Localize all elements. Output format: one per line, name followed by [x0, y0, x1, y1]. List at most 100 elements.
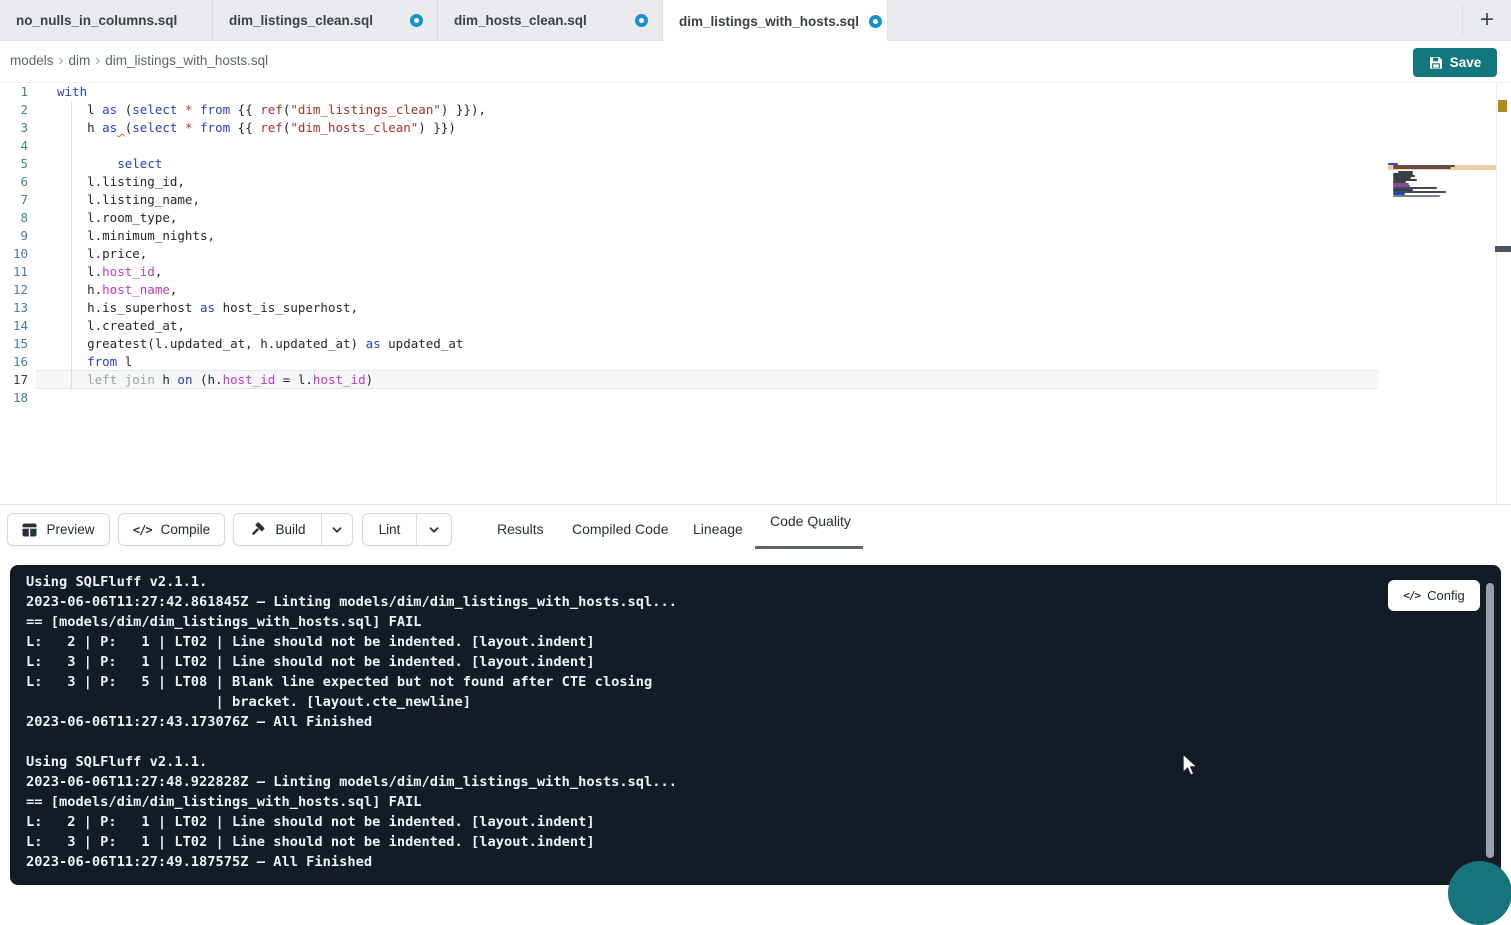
code-token: h	[155, 372, 178, 387]
code-line[interactable]: l.listing_name,	[57, 191, 200, 209]
terminal-line: L: 3 | P: 1 | LT02 | Line should not be …	[26, 832, 595, 852]
line-number: 17	[0, 371, 28, 389]
code-line[interactable]: l.host_id,	[57, 263, 162, 281]
code-token	[177, 102, 185, 117]
breadcrumb-chevron-icon: ›	[95, 54, 100, 67]
breadcrumb: models›dim›dim_listings_with_hosts.sql	[10, 53, 268, 68]
help-fab-button[interactable]	[1448, 861, 1511, 925]
code-token: select	[117, 156, 162, 171]
code-token: as	[102, 102, 117, 117]
new-tab-button[interactable]: +	[1472, 3, 1502, 37]
breadcrumb-segment[interactable]: dim_listings_with_hosts.sql	[105, 53, 268, 68]
lint-button-label: Lint	[379, 522, 401, 537]
tab-results[interactable]: Results	[497, 521, 544, 537]
code-line[interactable]: l.minimum_nights,	[57, 227, 215, 245]
code-token: as	[102, 120, 117, 135]
code-token: l.room_type,	[57, 210, 177, 225]
code-token: *	[185, 102, 193, 117]
modified-dot-icon	[410, 14, 423, 27]
code-line[interactable]: select	[57, 155, 162, 173]
code-token: host_id	[102, 264, 155, 279]
code-token: ) }}),	[441, 102, 486, 117]
line-number: 6	[0, 173, 28, 191]
code-token: from	[87, 354, 117, 369]
terminal-line: 2023-06-06T11:27:49.187575Z — All Finish…	[26, 852, 372, 872]
code-line[interactable]: left join h on (h.host_id = l.host_id)	[57, 371, 373, 389]
file-tab-label: no_nulls_in_columns.sql	[16, 13, 177, 28]
code-token: ref	[260, 102, 283, 117]
minimap[interactable]	[1388, 163, 1464, 203]
code-token: *	[185, 120, 193, 135]
compile-button[interactable]: </> Compile	[118, 513, 225, 546]
terminal-line: L: 2 | P: 1 | LT02 | Line should not be …	[26, 812, 595, 832]
preview-button[interactable]: Preview	[7, 513, 110, 546]
lint-dropdown-button[interactable]	[416, 514, 451, 545]
lint-button[interactable]: Lint	[363, 514, 416, 545]
active-tab-underline	[755, 546, 863, 549]
code-token: "dim_hosts_clean"	[290, 120, 418, 135]
code-token: left join	[87, 372, 155, 387]
line-number: 4	[0, 137, 28, 155]
terminal-line: Using SQLFluff v2.1.1.	[26, 752, 207, 772]
tab-code-quality[interactable]: Code Quality	[770, 513, 851, 529]
editor-scrollbar-handle[interactable]	[1495, 246, 1511, 252]
code-line[interactable]: l.room_type,	[57, 209, 177, 227]
code-token: host_is_superhost,	[215, 300, 358, 315]
build-button-label: Build	[275, 522, 305, 537]
code-token: l.listing_name,	[57, 192, 200, 207]
terminal-line: 2023-06-06T11:27:48.922828Z — Linting mo…	[26, 772, 677, 792]
tab-lineage[interactable]: Lineage	[693, 521, 743, 537]
minimap-line	[1393, 195, 1440, 197]
code-line[interactable]: greatest(l.updated_at, h.updated_at) as …	[57, 335, 463, 353]
code-token: greatest(l.updated_at, h.updated_at)	[57, 336, 366, 351]
code-token	[57, 354, 87, 369]
config-button[interactable]: </> Config	[1388, 580, 1480, 611]
terminal-line: 2023-06-06T11:27:42.861845Z — Linting mo…	[26, 592, 677, 612]
hammer-icon	[249, 521, 266, 538]
file-tab[interactable]: dim_hosts_clean.sql	[438, 0, 663, 41]
line-number: 2	[0, 101, 28, 119]
code-line[interactable]: l.created_at,	[57, 317, 185, 335]
line-number: 3	[0, 119, 28, 137]
tab-compiled-code[interactable]: Compiled Code	[572, 521, 669, 537]
code-line[interactable]: l.price,	[57, 245, 147, 263]
code-editor[interactable]: 123456789101112131415161718 with l as (s…	[0, 83, 1511, 505]
code-line[interactable]: with	[57, 83, 87, 101]
build-split-button: Build	[233, 513, 353, 546]
code-line[interactable]: h.is_superhost as host_is_superhost,	[57, 299, 358, 317]
file-tab[interactable]: no_nulls_in_columns.sql	[0, 0, 213, 41]
code-token: {{	[230, 120, 260, 135]
code-token: from	[200, 120, 230, 135]
code-token: l	[57, 102, 102, 117]
save-button[interactable]: Save	[1413, 48, 1497, 77]
code-token	[117, 120, 125, 135]
code-line[interactable]: l as (select * from {{ ref("dim_listings…	[57, 101, 486, 119]
open-file-tabs: no_nulls_in_columns.sql dim_listings_clea…	[0, 0, 1511, 41]
line-number: 10	[0, 245, 28, 263]
file-tab[interactable]: dim_listings_with_hosts.sql	[663, 0, 888, 42]
file-tab[interactable]: dim_listings_clean.sql	[213, 0, 438, 41]
editor-scrollbar-track	[1496, 83, 1497, 504]
code-line[interactable]: h.host_name,	[57, 281, 177, 299]
terminal-scrollbar[interactable]	[1486, 583, 1494, 858]
lint-split-button: Lint	[362, 513, 452, 546]
tab-bar: no_nulls_in_columns.sql dim_listings_clea…	[0, 0, 1511, 41]
action-toolbar: Preview </> Compile Build Lint Results C…	[0, 505, 1511, 565]
breadcrumb-segment[interactable]: models	[10, 53, 54, 68]
code-token: h.is_superhost	[57, 300, 200, 315]
build-button[interactable]: Build	[234, 514, 321, 545]
code-token	[193, 120, 201, 135]
code-line[interactable]: h as (select * from {{ ref("dim_hosts_cl…	[57, 119, 456, 137]
breadcrumb-segment[interactable]: dim	[69, 53, 91, 68]
code-token	[193, 102, 201, 117]
code-line[interactable]: l.listing_id,	[57, 173, 185, 191]
code-token: l.created_at,	[57, 318, 185, 333]
terminal-line: Using SQLFluff v2.1.1.	[26, 572, 207, 592]
code-token: "dim_listings_clean"	[290, 102, 441, 117]
terminal-line: == [models/dim/dim_listings_with_hosts.s…	[26, 792, 422, 812]
build-dropdown-button[interactable]	[321, 514, 352, 545]
code-token: from	[200, 102, 230, 117]
code-token: (h.	[192, 372, 222, 387]
file-tab-label: dim_hosts_clean.sql	[454, 13, 587, 28]
code-line[interactable]: from l	[57, 353, 132, 371]
